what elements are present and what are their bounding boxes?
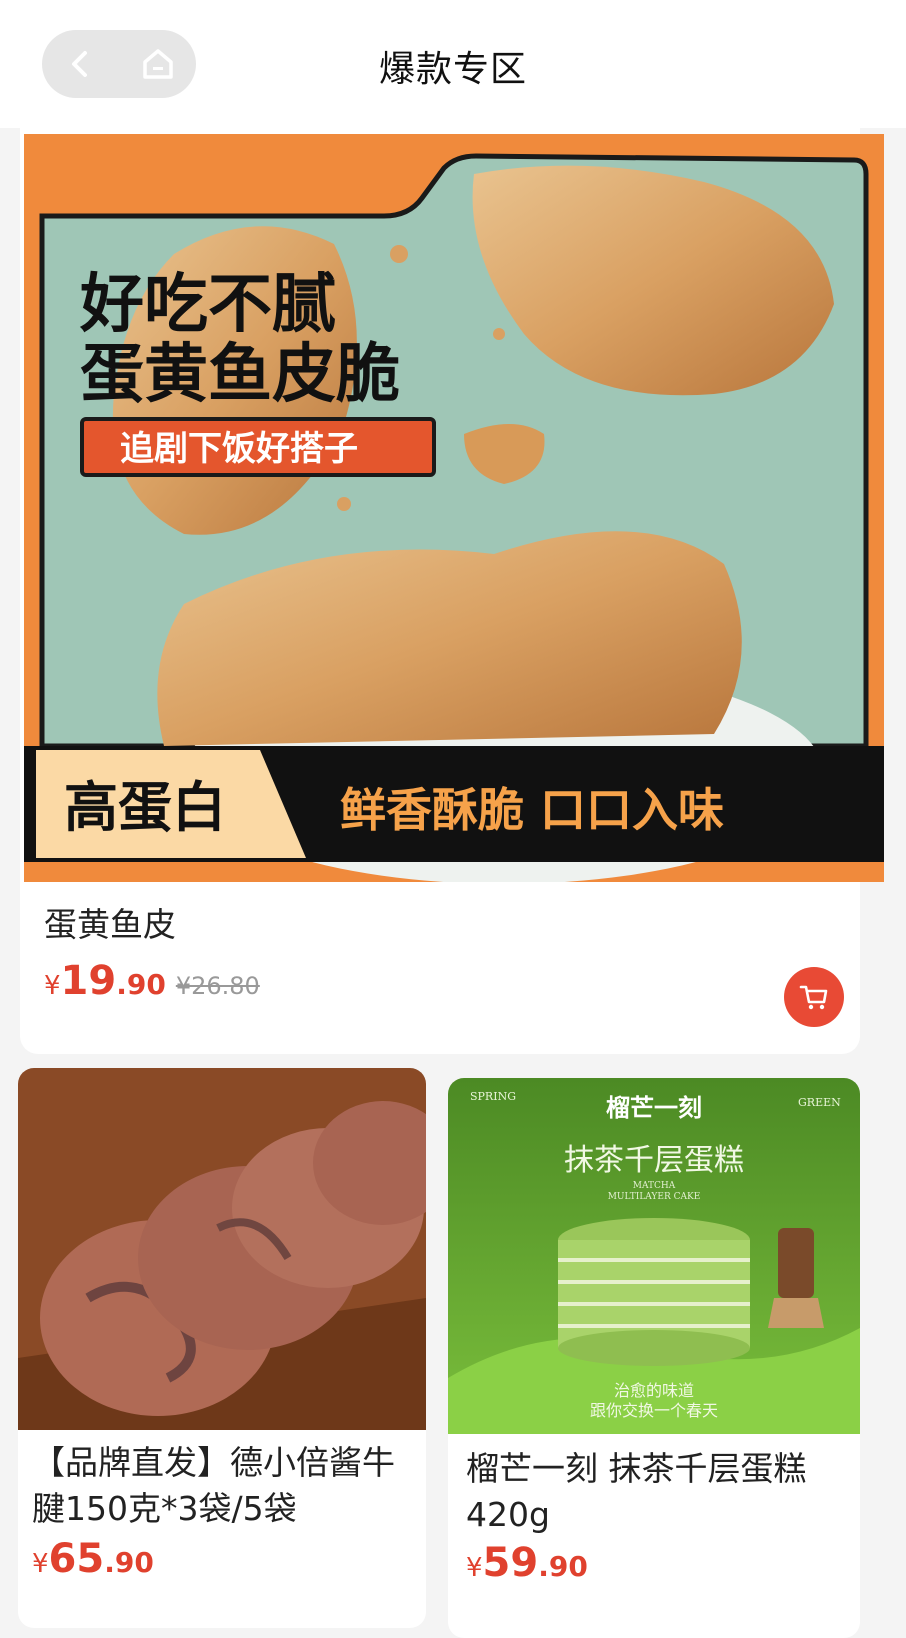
banner-badge: 高蛋白 — [64, 776, 226, 839]
product-image-matcha-cake[interactable]: SPRING GREEN 榴芒一刻 抹茶千层蛋糕 MATCHA MULTILAY… — [448, 1078, 860, 1434]
product-price-matcha-cake: ¥59.90 — [466, 1540, 588, 1586]
product-name-beef: 【品牌直发】德小倍酱牛腱150克*3袋/5袋 — [32, 1443, 395, 1528]
banner-headline-line2: 蛋黄鱼皮脆 — [80, 338, 400, 412]
matcha-title: 抹茶千层蛋糕 — [564, 1143, 744, 1178]
banner-headline-line1: 好吃不腻 — [79, 268, 336, 342]
page-title: 爆款专区 — [378, 49, 527, 90]
original-price: ¥26.80 — [175, 972, 260, 1000]
cart-icon — [799, 985, 828, 1010]
nav-bar: 爆款专区 — [0, 0, 906, 128]
matcha-slogan-2: 跟你交换一个春天 — [590, 1401, 718, 1420]
product-image-beef[interactable] — [18, 1068, 426, 1430]
product-card-matcha-cake[interactable]: SPRING GREEN 榴芒一刻 抹茶千层蛋糕 MATCHA MULTILAY… — [448, 1078, 860, 1638]
product-price-beef: ¥65.90 — [32, 1536, 154, 1582]
add-to-cart-button[interactable] — [784, 967, 844, 1027]
featured-banner-image[interactable]: 好吃不腻 蛋黄鱼皮脆 追剧下饭好搭子 高蛋白 鲜香酥脆 口口入味 — [24, 134, 884, 882]
matcha-brand: 榴芒一刻 — [606, 1094, 702, 1122]
banner-slogan: 鲜香酥脆 口口入味 — [340, 783, 724, 837]
matcha-subtitle-2: MULTILAYER CAKE — [608, 1192, 701, 1202]
product-name-matcha-cake: 榴芒一刻 抹茶千层蛋糕420g — [466, 1449, 807, 1534]
matcha-slogan-1: 治愈的味道 — [614, 1381, 694, 1400]
banner-tag: 追剧下饭好搭子 — [120, 429, 358, 469]
product-card-beef[interactable]: 【品牌直发】德小倍酱牛腱150克*3袋/5袋 ¥65.90 — [18, 1068, 426, 1628]
featured-product-price: ¥19.90 ¥26.80 — [44, 958, 260, 1004]
matcha-left-tag: SPRING — [470, 1090, 516, 1103]
featured-product-name: 蛋黄鱼皮 — [44, 905, 176, 944]
matcha-right-tag: GREEN — [798, 1096, 841, 1109]
matcha-subtitle-1: MATCHA — [633, 1181, 676, 1191]
